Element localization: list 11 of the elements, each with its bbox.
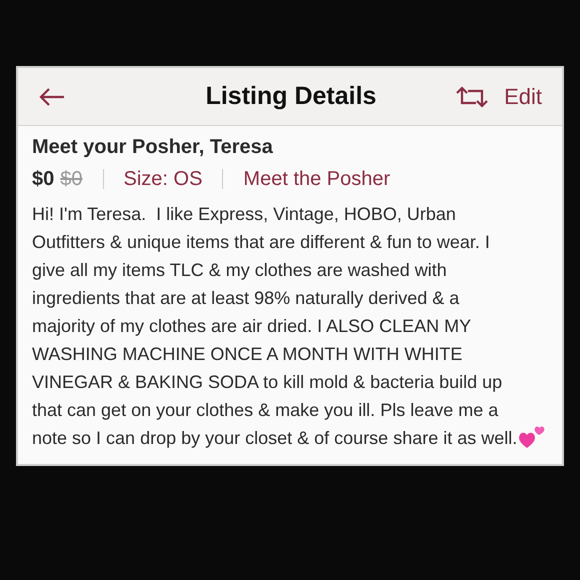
hearts-icon <box>518 424 546 450</box>
original-price: $0 <box>60 167 82 192</box>
repost-icon <box>455 84 490 108</box>
meet-posher-link[interactable]: Meet the Posher <box>243 164 390 194</box>
listing-title: Meet your Posher, Teresa <box>32 135 274 160</box>
page-title: Listing Details <box>204 80 378 112</box>
description: Hi! I'm Teresa. I like Express, Vintage, HOBO, Urban Outfitters & unique items that are different & fun to wear. I give all my items TLC & my clothes are washed with ingredients that are at least 98% naturally derived & a majority of my clothes are air dried. I ALSO CLEAN MY WASHING MACHINE ONCE A MONTH WITH WHITE VINEGAR & BAKING SODA to kill mold & bacteria build up that can get on your clothes & make you ill. Pls leave me a note so I can drop by your closet & of course share it as well. <box>32 203 518 450</box>
price: $0 <box>32 167 54 192</box>
edit-button[interactable]: Edit <box>504 80 546 113</box>
back-arrow-icon <box>38 86 66 106</box>
size-label: Size: OS <box>124 167 202 192</box>
